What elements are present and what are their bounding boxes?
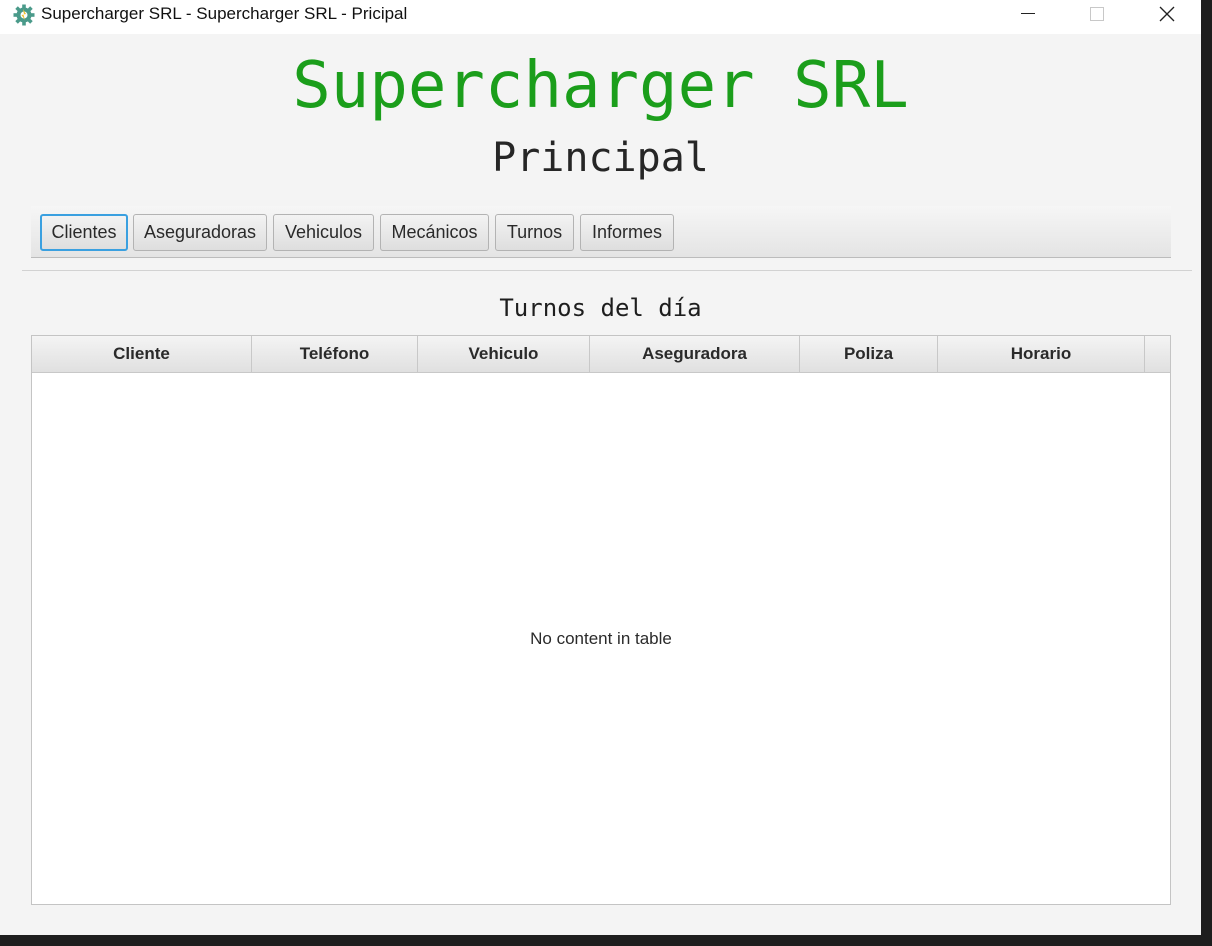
column-header-cliente[interactable]: Cliente bbox=[32, 336, 252, 372]
column-header-telefono[interactable]: Teléfono bbox=[252, 336, 418, 372]
column-header-horario[interactable]: Horario bbox=[938, 336, 1145, 372]
title-bar[interactable]: Supercharger SRL - Supercharger SRL - Pr… bbox=[0, 0, 1201, 34]
aseguradoras-button[interactable]: Aseguradoras bbox=[133, 214, 267, 251]
turnos-table[interactable]: Cliente Teléfono Vehiculo Aseguradora Po… bbox=[31, 335, 1171, 905]
maximize-icon bbox=[1090, 7, 1104, 21]
empty-table-message: No content in table bbox=[530, 629, 672, 648]
minimize-button[interactable] bbox=[1005, 0, 1051, 30]
column-header-aseguradora[interactable]: Aseguradora bbox=[590, 336, 800, 372]
mecanicos-button[interactable]: Mecánicos bbox=[380, 214, 489, 251]
section-title: Turnos del día bbox=[499, 294, 702, 322]
vehiculos-button[interactable]: Vehiculos bbox=[273, 214, 374, 251]
column-header-vehiculo[interactable]: Vehiculo bbox=[418, 336, 590, 372]
turnos-button[interactable]: Turnos bbox=[495, 214, 574, 251]
horizontal-separator bbox=[22, 270, 1192, 271]
maximize-button[interactable] bbox=[1073, 0, 1119, 30]
table-header: Cliente Teléfono Vehiculo Aseguradora Po… bbox=[32, 336, 1170, 373]
close-button[interactable] bbox=[1143, 0, 1189, 30]
column-menu-button[interactable] bbox=[1145, 336, 1170, 372]
app-title: Supercharger SRL bbox=[292, 49, 909, 123]
clientes-button[interactable]: Clientes bbox=[40, 214, 128, 251]
column-header-poliza[interactable]: Poliza bbox=[800, 336, 938, 372]
page-subtitle: Principal bbox=[492, 135, 709, 181]
application-window: Supercharger SRL - Supercharger SRL - Pr… bbox=[0, 0, 1201, 935]
navigation-toolbar: Clientes Aseguradoras Vehiculos Mecánico… bbox=[31, 206, 1171, 258]
close-icon bbox=[1159, 6, 1175, 22]
window-title: Supercharger SRL - Supercharger SRL - Pr… bbox=[41, 4, 408, 23]
informes-button[interactable]: Informes bbox=[580, 214, 674, 251]
minimize-icon bbox=[1021, 13, 1035, 14]
gear-app-icon bbox=[13, 4, 35, 26]
